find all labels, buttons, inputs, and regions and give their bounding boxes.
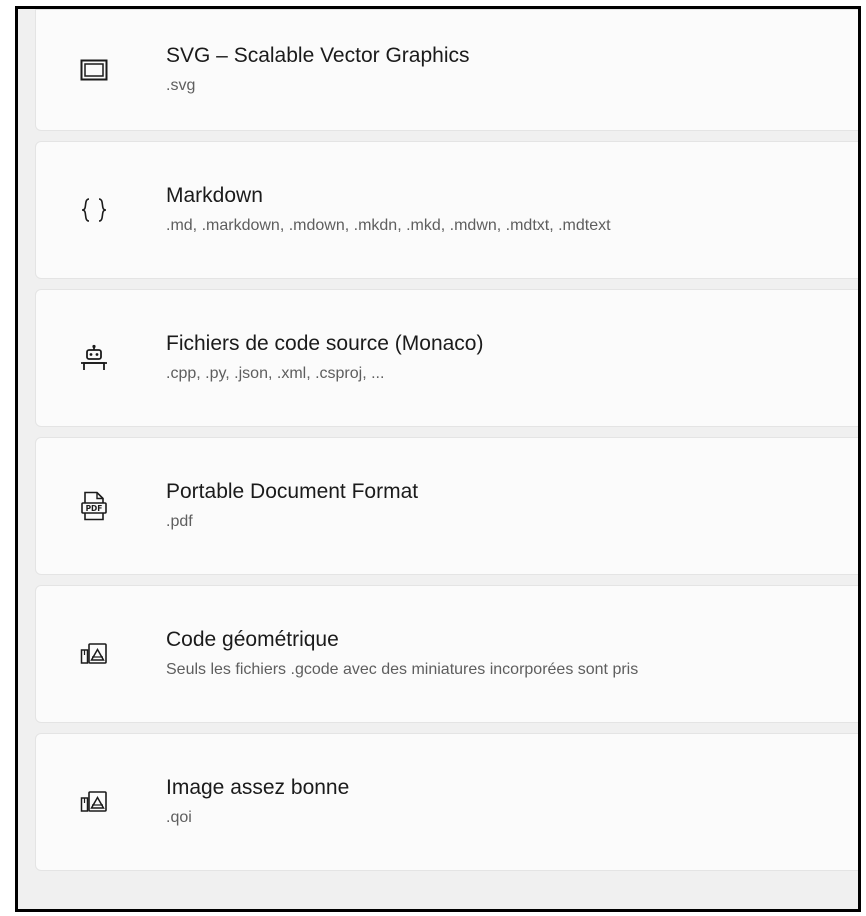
file-type-title: Markdown — [166, 184, 263, 207]
file-type-extensions: .qoi — [166, 809, 192, 826]
svg-text:PDF: PDF — [86, 504, 103, 513]
file-type-qoi[interactable]: Image assez bonne .qoi — [35, 733, 858, 871]
image-file-icon — [80, 640, 108, 668]
file-type-pdf[interactable]: PDF Portable Document Format .pdf — [35, 437, 858, 575]
window-icon — [80, 56, 108, 84]
file-type-extensions: Seuls les fichiers .gcode avec des minia… — [166, 661, 639, 678]
file-preview-settings-panel: SVG – Scalable Vector Graphics .svg Mark… — [15, 6, 861, 912]
file-type-extensions: .md, .markdown, .mdown, .mkdn, .mkd, .md… — [166, 217, 611, 234]
braces-icon — [80, 196, 108, 224]
file-type-gcode[interactable]: Code géométrique Seuls les fichiers .gco… — [35, 585, 858, 723]
file-type-extensions: .cpp, .py, .json, .xml, .csproj, ... — [166, 365, 385, 382]
pdf-document-icon: PDF — [80, 491, 108, 521]
file-type-list: SVG – Scalable Vector Graphics .svg Mark… — [35, 9, 858, 881]
file-type-extensions: .svg — [166, 77, 196, 94]
file-type-source-code[interactable]: Fichiers de code source (Monaco) .cpp, .… — [35, 289, 858, 427]
file-type-title: Portable Document Format — [166, 480, 419, 503]
file-type-title: Code géométrique — [166, 628, 339, 651]
file-type-markdown[interactable]: Markdown .md, .markdown, .mdown, .mkdn, … — [35, 141, 858, 279]
file-type-extensions: .pdf — [166, 513, 193, 530]
file-type-title: Image assez bonne — [166, 776, 350, 799]
image-file-icon — [80, 788, 108, 816]
file-type-title: SVG – Scalable Vector Graphics — [166, 44, 470, 67]
file-type-svg[interactable]: SVG – Scalable Vector Graphics .svg — [35, 9, 858, 131]
file-type-title: Fichiers de code source (Monaco) — [166, 332, 484, 355]
robot-icon — [80, 344, 108, 372]
